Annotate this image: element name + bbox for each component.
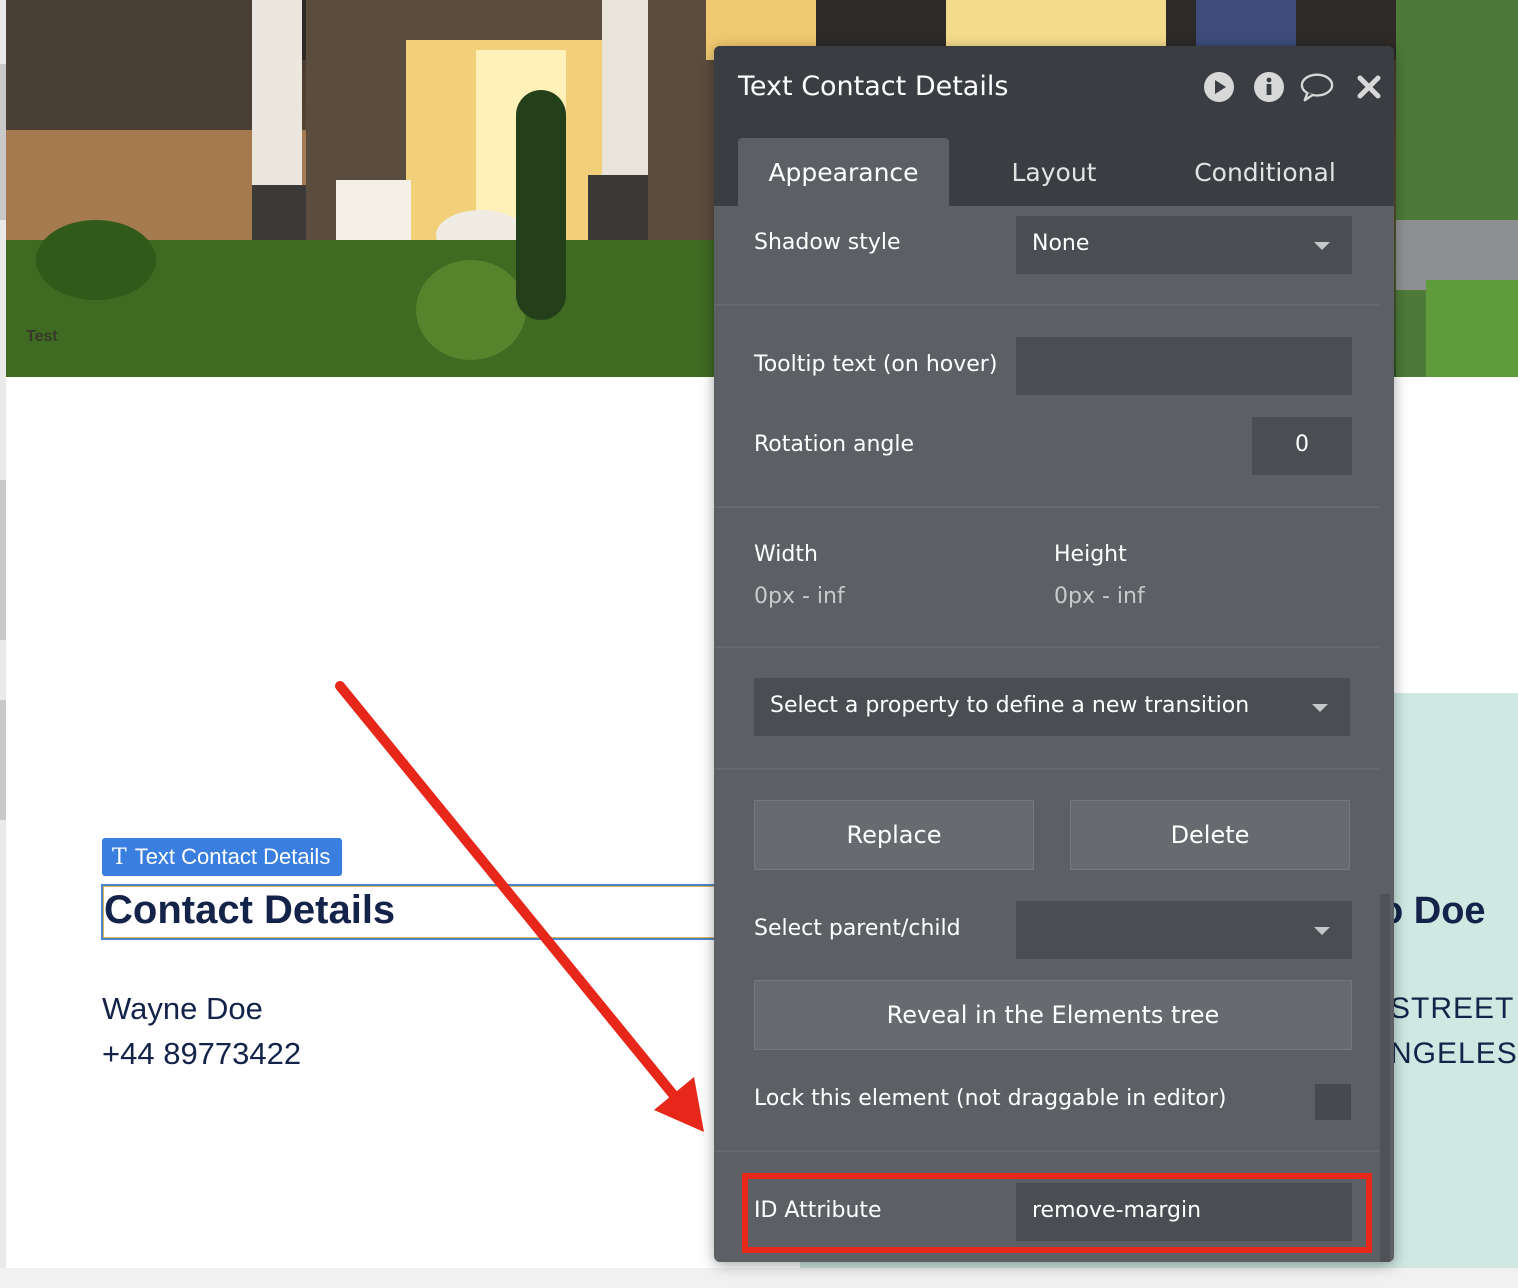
divider (714, 768, 1380, 770)
tab-layout[interactable]: Layout (949, 138, 1159, 206)
panel-title: Text Contact Details (738, 71, 1009, 102)
transition-placeholder: Select a property to define a new transi… (770, 693, 1250, 718)
contact-phone[interactable]: +44 89773422 (102, 1036, 301, 1072)
rotation-label: Rotation angle (754, 432, 915, 457)
contact-details-heading[interactable]: Contact Details (104, 888, 395, 933)
width-value: 0px - inf (754, 584, 845, 609)
width-label: Width (754, 542, 818, 567)
transition-dropdown[interactable]: Select a property to define a new transi… (754, 678, 1350, 736)
reveal-in-tree-button[interactable]: Reveal in the Elements tree (754, 980, 1352, 1050)
panel-scrollbar[interactable] (1380, 894, 1390, 1262)
text-element-icon: T (112, 844, 127, 870)
tooltip-label: Tooltip text (on hover) (754, 352, 998, 377)
panel-header: Text Contact Details (714, 46, 1394, 126)
height-value: 0px - inf (1054, 584, 1145, 609)
info-icon[interactable] (1252, 70, 1286, 104)
replace-button[interactable]: Replace (754, 800, 1034, 870)
right-name-text: o Doe (1380, 890, 1486, 932)
element-tag[interactable]: T Text Contact Details (102, 838, 343, 876)
divider (714, 506, 1380, 508)
shadow-style-label: Shadow style (754, 230, 901, 255)
hero-caption: Test (26, 328, 58, 345)
tab-appearance[interactable]: Appearance (738, 138, 949, 206)
panel-tabs: Appearance Layout Conditional (714, 126, 1394, 206)
right-address-line-1: STREET (1390, 992, 1515, 1025)
close-icon[interactable] (1352, 70, 1386, 104)
divider (714, 1150, 1380, 1152)
delete-button[interactable]: Delete (1070, 800, 1350, 870)
chevron-down-icon (1314, 927, 1330, 935)
lock-checkbox[interactable] (1315, 1084, 1351, 1120)
rotation-value: 0 (1295, 432, 1309, 457)
shadow-style-value: None (1032, 231, 1090, 256)
chevron-down-icon (1312, 704, 1328, 712)
divider (714, 304, 1380, 306)
annotation-highlight-box (742, 1173, 1372, 1253)
parent-child-dropdown[interactable] (1016, 901, 1352, 959)
height-label: Height (1054, 542, 1127, 567)
parent-child-label: Select parent/child (754, 916, 961, 941)
property-editor-panel: Text Contact Details Appearance Layout C… (714, 46, 1394, 1262)
right-address-line-2: NGELES (1390, 1037, 1518, 1070)
rotation-input[interactable]: 0 (1252, 417, 1352, 475)
element-tag-label: Text Contact Details (134, 844, 331, 869)
play-icon[interactable] (1202, 70, 1236, 104)
chevron-down-icon (1314, 242, 1330, 250)
tooltip-input[interactable] (1016, 337, 1352, 395)
shadow-style-dropdown[interactable]: None (1016, 216, 1352, 274)
tab-conditional[interactable]: Conditional (1159, 138, 1371, 206)
lock-label: Lock this element (not draggable in edit… (754, 1086, 1227, 1111)
bottom-bar (0, 1268, 1518, 1288)
contact-name[interactable]: Wayne Doe (102, 991, 263, 1027)
divider (714, 646, 1380, 648)
comment-icon[interactable] (1300, 70, 1334, 104)
